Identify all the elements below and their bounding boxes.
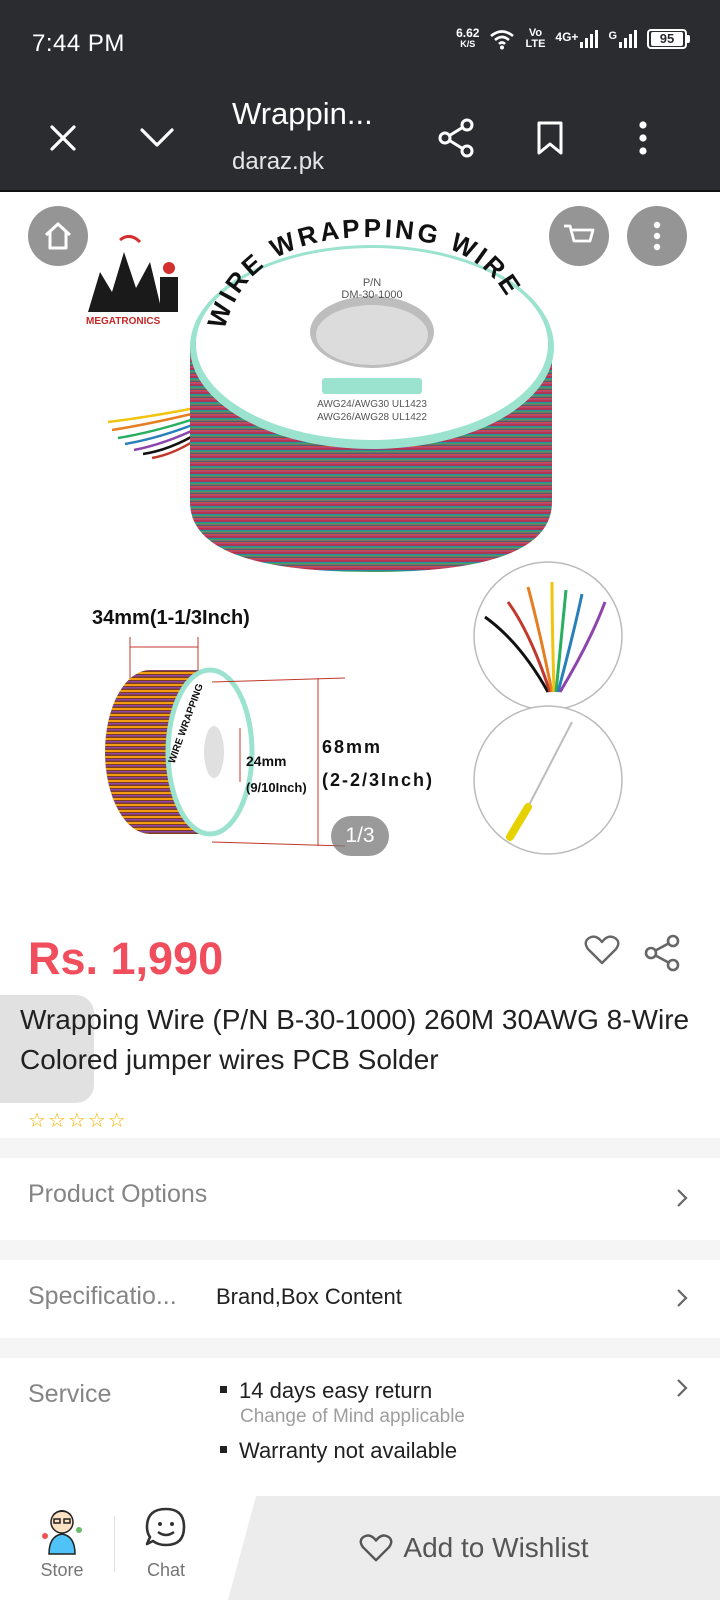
section-divider [0, 1240, 720, 1260]
battery-icon: 95 [647, 29, 690, 49]
status-time: 7:44 PM [32, 30, 125, 57]
chat-button[interactable]: Chat [126, 1506, 206, 1581]
dimension-inner-label: 24mm [246, 753, 286, 769]
service-label: Service [28, 1380, 112, 1408]
section-divider [0, 1338, 720, 1358]
dimension-height-inch: (2-2/3Inch) [322, 770, 434, 790]
product-title: Wrapping Wire (P/N B-30-1000) 260M 30AWG… [20, 1004, 690, 1075]
megatronics-logo: MEGATRONICS [86, 235, 178, 327]
more-vert-icon [653, 221, 661, 251]
home-button[interactable] [28, 206, 88, 266]
product-image-gallery[interactable]: WIRE WRAPPING WIRE P/N DM-30-1000 AWG24/… [0, 192, 720, 882]
share-icon[interactable] [430, 112, 482, 164]
signal-4g-icon: 4G+ [555, 30, 599, 48]
add-to-wishlist-button[interactable]: Add to Wishlist [228, 1496, 720, 1600]
chevron-down-icon[interactable] [131, 112, 183, 164]
volte-badge: Vo LTE [525, 27, 546, 50]
status-icons: 6.62 K/S Vo LTE 4G+ G 95 [456, 26, 690, 50]
svg-text:MEGATRONICS: MEGATRONICS [86, 316, 161, 327]
spool-spec-1: AWG24/AWG30 UL1423 [317, 399, 427, 410]
product-options-label: Product Options [28, 1180, 208, 1208]
store-button[interactable]: Store [22, 1506, 102, 1581]
page-title: Wrappin... [232, 96, 373, 131]
spool-spec-2: AWG26/AWG28 UL1422 [317, 412, 427, 423]
loose-wires-left [107, 405, 201, 460]
heart-icon[interactable] [584, 934, 620, 966]
more-vert-icon[interactable] [617, 112, 669, 164]
store-label: Store [40, 1560, 84, 1580]
specifications-value: Brand,Box Content [216, 1284, 402, 1309]
spool-pn-label: P/N [363, 277, 381, 289]
dimension-inner-inch: (9/10Inch) [246, 780, 307, 795]
dimension-width-label: 34mm(1-1/3Inch) [92, 607, 250, 629]
network-speed: 6.62 K/S [456, 26, 480, 49]
star-icon: ☆ [87, 1110, 106, 1132]
service-item: 14 days easy return [220, 1378, 432, 1404]
status-bar: 7:44 PM 6.62 K/S Vo LTE 4G+ G 95 [0, 0, 720, 88]
store-avatar-icon [42, 1510, 82, 1555]
product-options-row[interactable]: Product Options [0, 1158, 720, 1238]
signal-g-icon: G [608, 30, 637, 48]
product-image: WIRE WRAPPING WIRE P/N DM-30-1000 AWG24/… [86, 213, 623, 855]
browser-toolbar: Wrappin... daraz.pk [0, 88, 720, 192]
price-actions [584, 934, 680, 972]
specifications-row[interactable]: Specificatio... Brand,Box Content [0, 1260, 720, 1336]
service-item-sub: Change of Mind applicable [240, 1406, 465, 1427]
star-icon: ☆ [47, 1110, 66, 1132]
chat-icon [145, 1507, 186, 1547]
service-item: Warranty not available [220, 1438, 457, 1464]
more-options-button[interactable] [627, 206, 687, 266]
bookmark-icon[interactable] [524, 112, 576, 164]
product-price: Rs. 1,990 [28, 933, 224, 984]
bottom-action-bar: Store Chat Add to Wishlist [0, 1496, 720, 1600]
rating-stars: ☆ ☆ ☆ ☆ ☆ [28, 1108, 126, 1133]
chat-label: Chat [146, 1560, 186, 1580]
dimension-height-label: 68mm [322, 737, 382, 757]
home-icon [44, 222, 72, 250]
chevron-right-icon [677, 1379, 688, 1397]
wifi-icon [490, 30, 515, 50]
chevron-right-icon [677, 1289, 688, 1307]
star-icon: ☆ [107, 1110, 126, 1132]
share-icon[interactable] [644, 934, 680, 972]
cart-button[interactable] [549, 206, 609, 266]
service-row[interactable]: Service 14 days easy return Change of Mi… [0, 1358, 720, 1496]
spool-pn-value: DM-30-1000 [341, 289, 402, 301]
close-icon[interactable] [37, 112, 89, 164]
image-page-indicator: 1/3 [331, 816, 389, 856]
chevron-right-icon [677, 1189, 688, 1207]
star-icon: ☆ [28, 1110, 46, 1132]
section-divider [0, 1138, 720, 1158]
wishlist-label: Add to Wishlist [403, 1532, 589, 1563]
specifications-label: Specificatio... [28, 1282, 177, 1310]
page-url: daraz.pk [232, 148, 325, 175]
star-icon: ☆ [67, 1110, 86, 1132]
heart-icon [359, 1534, 393, 1562]
cart-icon [564, 224, 595, 243]
